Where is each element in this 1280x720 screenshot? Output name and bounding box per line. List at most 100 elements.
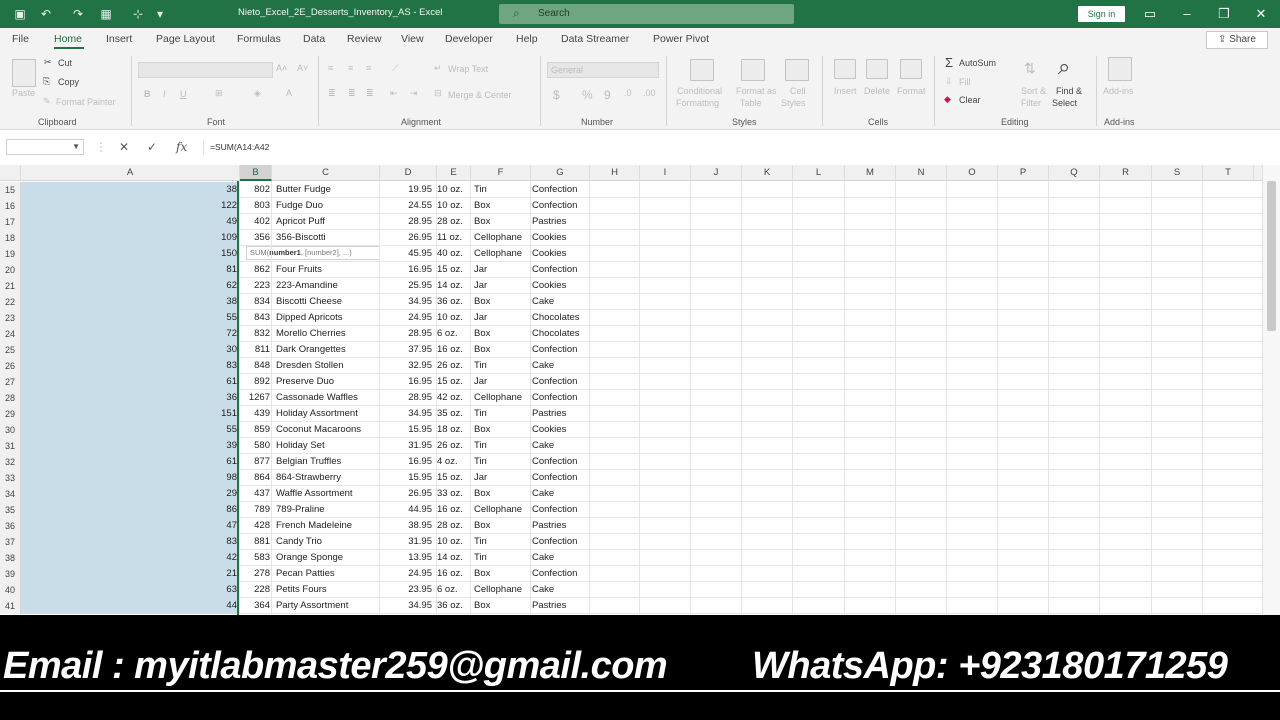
tab-home[interactable]: Home <box>54 33 82 45</box>
underline-icon[interactable]: U <box>180 89 187 99</box>
paste-icon[interactable] <box>12 59 36 87</box>
cell-b[interactable]: 811 <box>242 342 270 358</box>
cell-b[interactable]: 228 <box>242 582 270 598</box>
redo-icon[interactable]: ↷ <box>70 6 86 22</box>
cell-c[interactable]: Butter Fudge <box>276 182 380 198</box>
cell-f[interactable]: Box <box>474 342 530 358</box>
delete-cells-icon[interactable] <box>866 59 888 79</box>
cell-c[interactable]: Candy Trio <box>276 534 380 550</box>
column-header-m[interactable]: M <box>845 165 896 181</box>
cell-c[interactable]: Dresden Stollen <box>276 358 380 374</box>
search-box[interactable]: ⌕ Search <box>499 4 794 24</box>
cell-a[interactable]: 21 <box>21 566 239 582</box>
cell-e[interactable]: 40 oz. <box>437 246 471 262</box>
sort-label[interactable]: Sort & <box>1021 86 1046 96</box>
cell-b[interactable]: 278 <box>242 566 270 582</box>
cell-f[interactable]: Box <box>474 198 530 214</box>
cell-d[interactable]: 32.95 <box>380 358 432 374</box>
formula-input[interactable]: =SUM(A14:A42 <box>203 139 1275 155</box>
customize-toolbar-icon[interactable]: ▾ <box>152 6 168 22</box>
cell-b[interactable]: 223 <box>242 278 270 294</box>
close-icon[interactable]: ✕ <box>1251 4 1271 24</box>
cell-a[interactable]: 55 <box>21 422 239 438</box>
cell-c[interactable]: Party Assortment <box>276 598 380 614</box>
cut-label[interactable]: Cut <box>58 58 72 68</box>
cell-c[interactable]: Preserve Duo <box>276 374 380 390</box>
cell-e[interactable]: 36 oz. <box>437 598 471 614</box>
cell-d[interactable]: 25.95 <box>380 278 432 294</box>
cell-d[interactable]: 34.95 <box>380 406 432 422</box>
cell-f[interactable]: Cellophane <box>474 502 530 518</box>
cell-a[interactable]: 55 <box>21 310 239 326</box>
name-box[interactable]: ▼ <box>6 139 84 155</box>
cell-e[interactable]: 14 oz. <box>437 278 471 294</box>
tab-help[interactable]: Help <box>516 33 538 45</box>
cell-e[interactable]: 26 oz. <box>437 358 471 374</box>
cell-g[interactable]: Chocolates <box>532 310 590 326</box>
column-header-l[interactable]: L <box>793 165 845 181</box>
cell-d[interactable]: 16.95 <box>380 262 432 278</box>
cell-b[interactable]: 364 <box>242 598 270 614</box>
select-all-corner[interactable] <box>0 165 21 181</box>
cell-b[interactable]: 877 <box>242 454 270 470</box>
cell-b[interactable]: 862 <box>242 262 270 278</box>
cell-e[interactable]: 6 oz. <box>437 582 471 598</box>
align-left-icon[interactable]: ≣ <box>328 88 336 99</box>
cell-b[interactable]: 402 <box>242 214 270 230</box>
insert-cells-icon[interactable] <box>834 59 856 79</box>
cell-f[interactable]: Box <box>474 294 530 310</box>
cell-g[interactable]: Confection <box>532 502 590 518</box>
formatting-label[interactable]: Formatting <box>676 98 719 108</box>
cell-c[interactable]: Orange Sponge <box>276 550 380 566</box>
row-number[interactable]: 19 <box>0 246 21 262</box>
decrease-indent-icon[interactable]: ⇤ <box>390 88 398 99</box>
cell-c[interactable]: Belgian Truffles <box>276 454 380 470</box>
decrease-decimal-icon[interactable]: .00 <box>643 88 656 98</box>
cell-g[interactable]: Cake <box>532 582 590 598</box>
italic-icon[interactable]: I <box>163 89 166 99</box>
row-number[interactable]: 31 <box>0 438 21 454</box>
cell-b[interactable]: 843 <box>242 310 270 326</box>
row-number[interactable]: 32 <box>0 454 21 470</box>
tab-review[interactable]: Review <box>347 33 381 45</box>
cancel-icon[interactable]: ✕ <box>119 140 129 154</box>
row-number[interactable]: 24 <box>0 326 21 342</box>
row-number[interactable]: 35 <box>0 502 21 518</box>
merge-center-label[interactable]: Merge & Center <box>448 90 512 100</box>
cell-g[interactable]: Pastries <box>532 598 590 614</box>
cell-b[interactable]: 437 <box>242 486 270 502</box>
column-header-c[interactable]: C <box>272 165 380 181</box>
cell-g[interactable]: Confection <box>532 534 590 550</box>
format-cells-label[interactable]: Format <box>897 86 926 96</box>
conditional-label[interactable]: Conditional <box>677 86 722 96</box>
cell-e[interactable]: 36 oz. <box>437 294 471 310</box>
cell-f[interactable]: Cellophane <box>474 390 530 406</box>
cell-a[interactable]: 63 <box>21 582 239 598</box>
row-number[interactable]: 34 <box>0 486 21 502</box>
cell-b[interactable]: 864 <box>242 470 270 486</box>
cell-a[interactable]: 62 <box>21 278 239 294</box>
cell-g[interactable]: Confection <box>532 342 590 358</box>
cell-f[interactable]: Tin <box>474 534 530 550</box>
cell-e[interactable]: 15 oz. <box>437 470 471 486</box>
column-header-n[interactable]: N <box>896 165 947 181</box>
cell-e[interactable]: 35 oz. <box>437 406 471 422</box>
cell-f[interactable]: Jar <box>474 262 530 278</box>
row-number[interactable]: 26 <box>0 358 21 374</box>
cell-b[interactable]: 583 <box>242 550 270 566</box>
copy-label[interactable]: Copy <box>58 77 79 87</box>
row-number[interactable]: 40 <box>0 582 21 598</box>
cell-label[interactable]: Cell <box>790 86 806 96</box>
cell-e[interactable]: 18 oz. <box>437 422 471 438</box>
tab-insert[interactable]: Insert <box>106 33 132 45</box>
grow-font-icon[interactable]: A˄ <box>276 63 287 73</box>
wrap-text-label[interactable]: Wrap Text <box>448 64 488 74</box>
cell-e[interactable]: 6 oz. <box>437 326 471 342</box>
row-number[interactable]: 23 <box>0 310 21 326</box>
chevron-down-icon[interactable]: ▼ <box>72 142 80 151</box>
tab-data[interactable]: Data <box>303 33 325 45</box>
row-number[interactable]: 39 <box>0 566 21 582</box>
font-color-icon[interactable]: A <box>286 88 292 98</box>
column-header-e[interactable]: E <box>437 165 471 181</box>
borders-icon[interactable]: ⊞ <box>215 88 223 99</box>
